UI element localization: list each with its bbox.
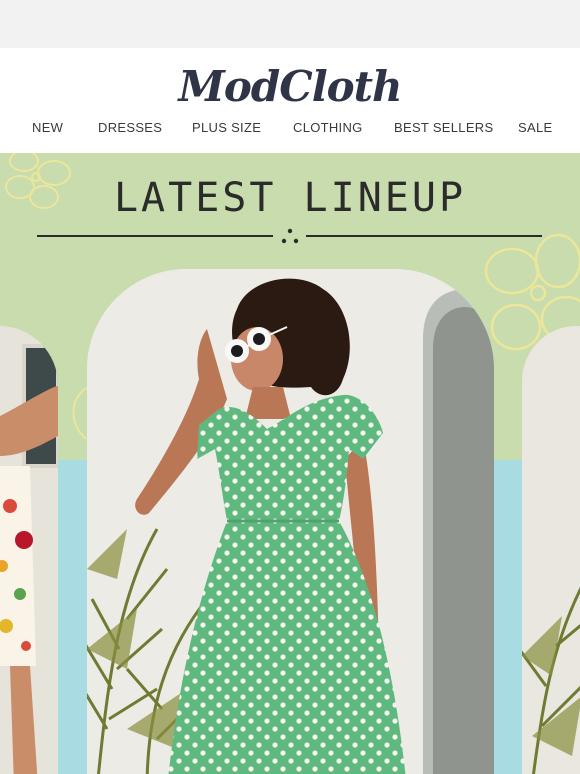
hero-title: LATEST LINEUP (113, 175, 467, 221)
title-rule-left (37, 235, 273, 237)
three-dots-ornament-icon (281, 228, 299, 244)
nav-item-plus-size[interactable]: PLUS SIZE (192, 120, 261, 135)
main-nav: NEW DRESSES PLUS SIZE CLOTHING BEST SELL… (0, 120, 580, 140)
nav-item-sale[interactable]: SALE (518, 120, 552, 135)
hero-banner[interactable]: LATEST LINEUP (0, 153, 580, 774)
flower-outline-icon (72, 386, 89, 440)
nav-item-clothing[interactable]: CLOTHING (293, 120, 363, 135)
title-rule-right (306, 235, 542, 237)
nav-item-dresses[interactable]: DRESSES (98, 120, 162, 135)
product-photo-right (522, 326, 580, 774)
product-card-left[interactable] (0, 326, 58, 774)
product-photo-green-polka-dot-dress (87, 269, 494, 774)
site-header: ModCloth NEW DRESSES PLUS SIZE CLOTHING … (0, 48, 580, 153)
preheader-bar (0, 0, 580, 48)
product-photo-floral-dress (0, 326, 58, 774)
product-card-right[interactable] (522, 326, 580, 774)
modcloth-logo[interactable]: ModCloth (0, 62, 580, 111)
nav-item-best-sellers[interactable]: BEST SELLERS (394, 120, 493, 135)
product-card-main[interactable] (87, 269, 494, 774)
nav-item-new[interactable]: NEW (32, 120, 63, 135)
